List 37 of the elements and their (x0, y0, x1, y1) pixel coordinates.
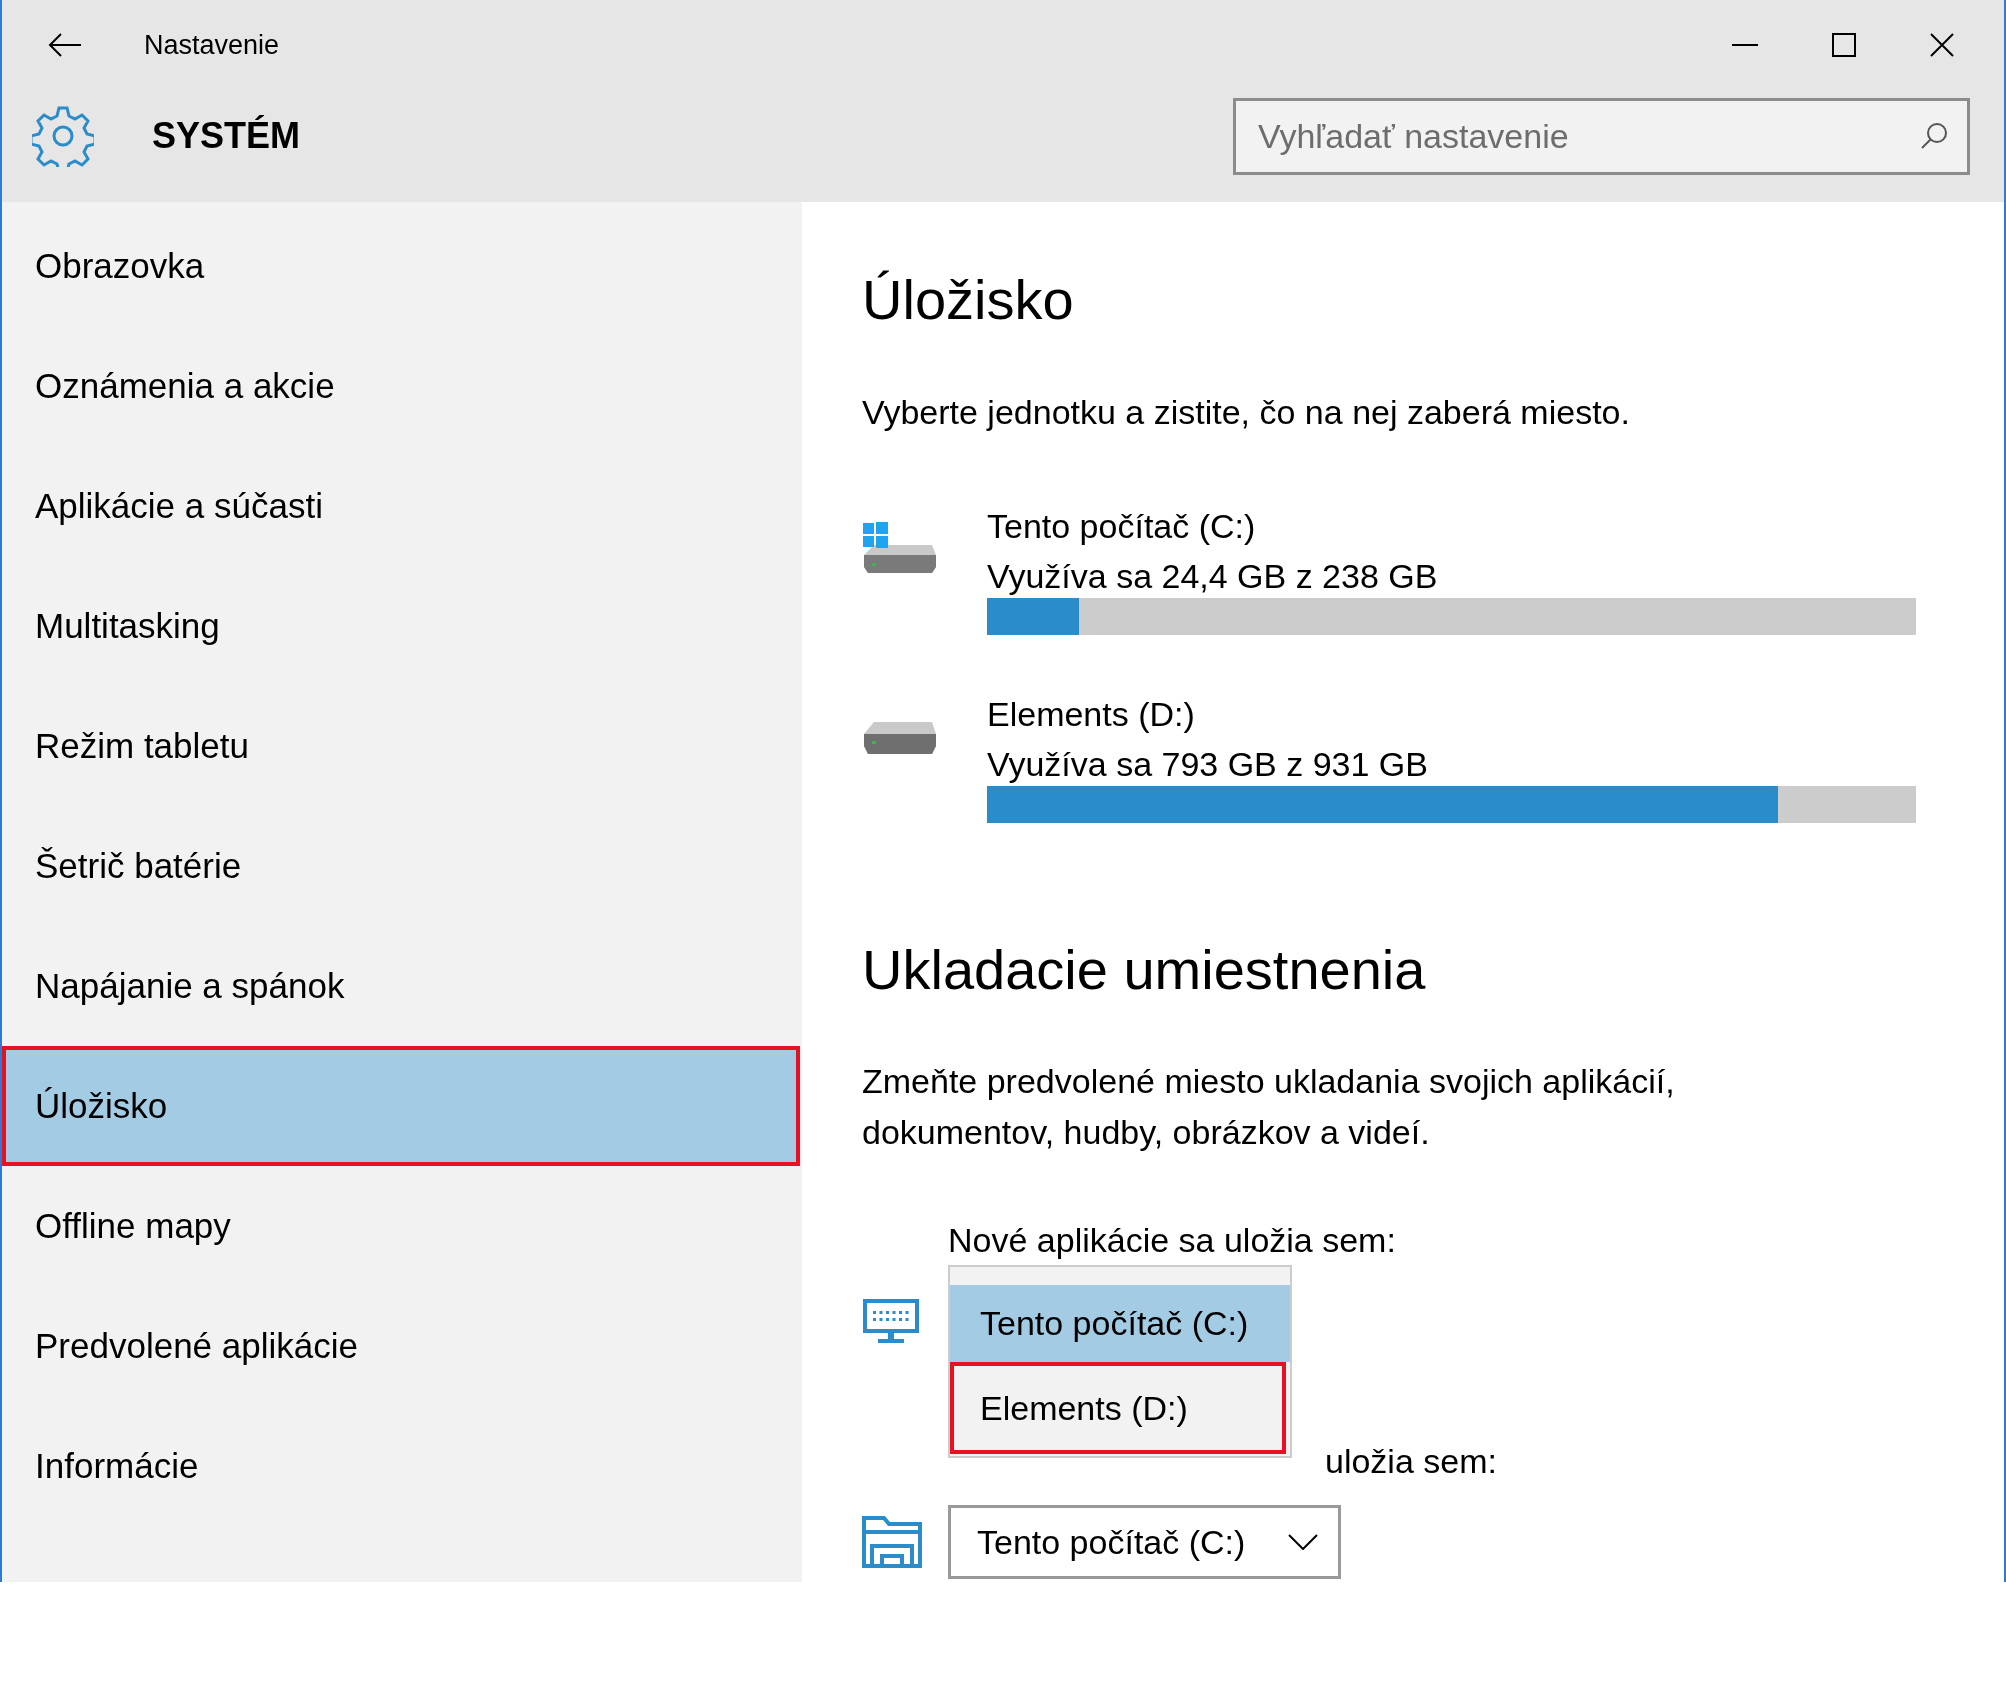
dropdown-option[interactable]: Tento počítač (C:) (950, 1285, 1290, 1362)
section-heading: Ukladacie umiestnenia (862, 937, 1427, 1003)
sidebar-item[interactable]: Offline mapy (2, 1166, 800, 1286)
sidebar-item[interactable]: Predvolené aplikácie (2, 1286, 800, 1406)
drive-name[interactable]: Elements (D:) (987, 692, 1916, 736)
gear-icon (32, 105, 94, 167)
minimize-icon[interactable] (1732, 43, 1758, 47)
section-title: SYSTÉM (152, 115, 302, 157)
drive-name[interactable]: Tento počítač (C:) (987, 504, 1916, 548)
window-title: Nastavenie (144, 29, 281, 61)
drive-usage: Využíva sa 24,4 GB z 238 GB (987, 556, 1439, 597)
location-dropdown[interactable]: Tento počítač (C:) (948, 1505, 1341, 1579)
search-icon[interactable] (1920, 121, 1948, 150)
back-icon[interactable] (48, 33, 82, 57)
maximize-icon[interactable] (1832, 33, 1856, 57)
drive-usage: Využíva sa 793 GB z 931 GB (987, 744, 1429, 785)
drive-icon[interactable] (862, 719, 937, 756)
chevron-down-icon (1288, 1534, 1318, 1550)
location-label: Nové aplikácie sa uložia sem: (948, 1220, 1396, 1261)
sidebar-item[interactable]: Režim tabletu (2, 686, 800, 806)
monitor-icon (862, 1298, 920, 1344)
description-text: Vyberte jednotku a zistite, čo na nej zaberá miesto. (862, 392, 1631, 433)
close-icon[interactable] (1930, 33, 1954, 57)
dropdown-option[interactable]: Elements (D:) (950, 1362, 1286, 1454)
sidebar-item[interactable]: Multitasking (2, 566, 800, 686)
sidebar-item[interactable]: Šetrič batérie (2, 806, 800, 926)
sidebar-item[interactable]: Úložisko (2, 1046, 800, 1166)
search-field[interactable]: Vyhľadať nastavenie (1233, 97, 1970, 175)
sidebar-item[interactable]: Aplikácie a súčasti (2, 446, 800, 566)
sidebar-item[interactable]: Obrazovka (2, 206, 800, 326)
sidebar-item[interactable]: Oznámenia a akcie (2, 326, 800, 446)
sidebar-item[interactable]: Napájanie a spánok (2, 926, 800, 1046)
folder-icon (862, 1516, 922, 1568)
sidebar-item[interactable]: Informácie (2, 1406, 800, 1526)
page-heading: Úložisko (862, 267, 1075, 333)
location-label: uložia sem: (1325, 1441, 1497, 1482)
description-text: Zmeňte predvolené miesto ukladania svojich aplikácií, dokumentov, hudby, obrázkov a videí. (862, 1061, 1676, 1153)
